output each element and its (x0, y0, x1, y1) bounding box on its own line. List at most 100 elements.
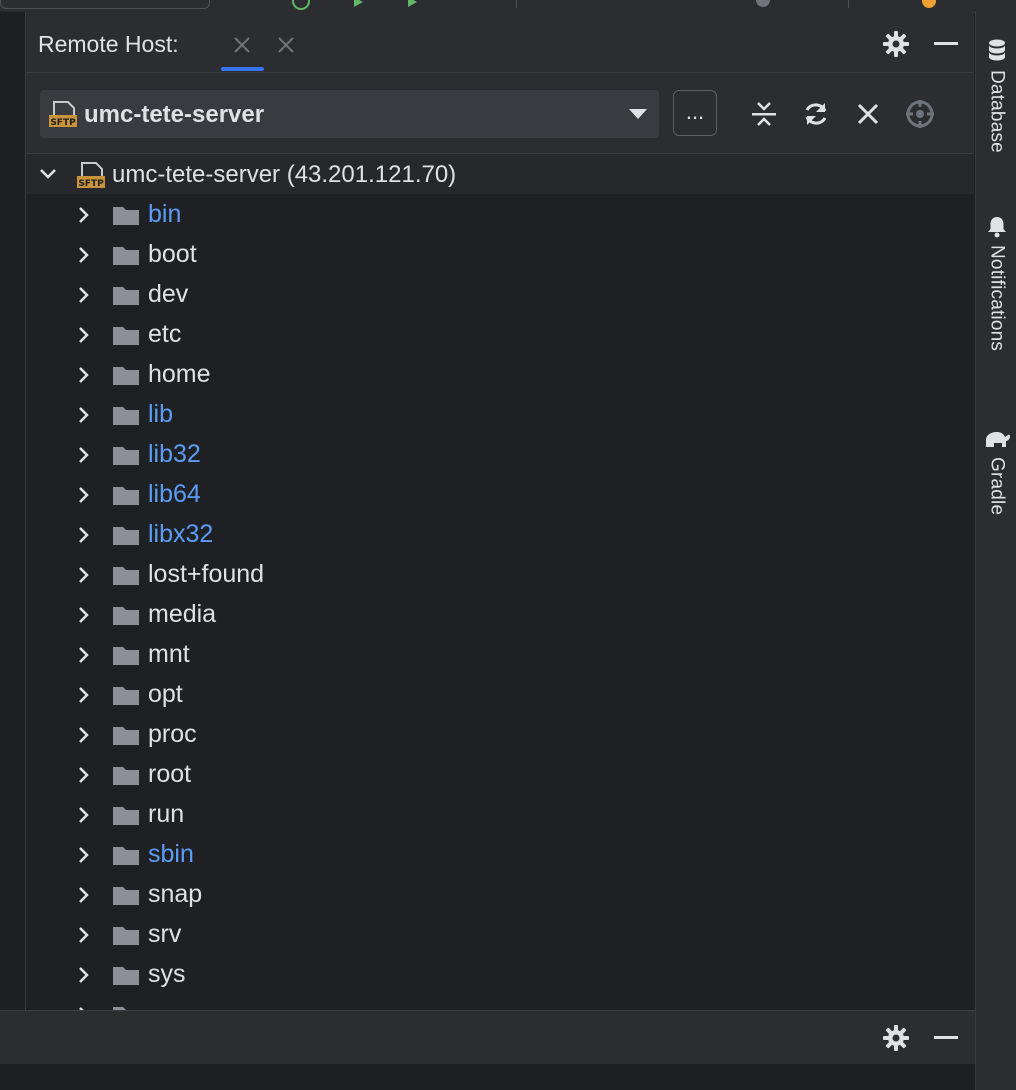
tab-close-icon[interactable] (231, 34, 253, 56)
side-tab-gradle[interactable]: Gradle (976, 427, 1016, 515)
run-icon[interactable] (354, 0, 363, 7)
tree-node[interactable]: lib (26, 394, 974, 434)
minimize-icon[interactable] (932, 1024, 960, 1052)
chevron-right-icon[interactable] (76, 445, 92, 465)
sftp-server-icon: SFTP (49, 101, 77, 128)
tree-node[interactable]: root (26, 754, 974, 794)
tree-node[interactable]: snap (26, 874, 974, 914)
folder-icon (113, 687, 139, 705)
tree-node-label: snap (148, 880, 203, 908)
tree-node-label: lib (148, 400, 174, 428)
sftp-server-icon: SFTP (77, 162, 105, 189)
refresh-icon[interactable] (800, 98, 832, 130)
chevron-right-icon[interactable] (76, 365, 92, 385)
chevron-right-icon[interactable] (76, 645, 92, 665)
folder-icon (113, 967, 139, 985)
chevron-right-icon[interactable] (76, 525, 92, 545)
tree-node-label: home (148, 360, 211, 388)
folder-icon (113, 367, 139, 385)
chevron-right-icon[interactable] (76, 245, 92, 265)
host-selector-value: umc-tete-server (84, 101, 265, 128)
folder-icon (113, 767, 139, 785)
close-icon[interactable] (852, 98, 884, 130)
chevron-right-icon[interactable] (76, 845, 92, 865)
collapse-all-icon[interactable] (748, 98, 780, 130)
folder-icon (113, 407, 139, 425)
tree-node[interactable]: srv (26, 914, 974, 954)
tree-root-node[interactable]: SFTP umc-tete-server (43.201.121.70) (26, 154, 974, 194)
chevron-right-icon[interactable] (76, 405, 92, 425)
chevron-right-icon[interactable] (76, 205, 92, 225)
tree-node-partial[interactable] (26, 994, 974, 1010)
tree-node-label: lib64 (148, 480, 201, 508)
tree-node[interactable]: mnt (26, 634, 974, 674)
host-selector-dropdown[interactable]: SFTP umc-tete-server (40, 90, 659, 138)
chevron-right-icon[interactable] (76, 805, 92, 825)
chevron-right-icon[interactable] (76, 685, 92, 705)
chevron-right-icon[interactable] (76, 485, 92, 505)
settings-gear-icon[interactable] (882, 30, 910, 58)
tree-node[interactable]: bin (26, 194, 974, 234)
tree-node[interactable]: lost+found (26, 554, 974, 594)
locate-icon[interactable] (904, 98, 936, 130)
tree-node[interactable]: sbin (26, 834, 974, 874)
chevron-right-icon[interactable] (76, 605, 92, 625)
side-tab-database[interactable]: Database (976, 38, 1016, 153)
tree-node-label: libx32 (148, 520, 214, 548)
chevron-right-icon[interactable] (76, 885, 92, 905)
status-strip (0, 1064, 975, 1090)
status-icon[interactable] (756, 0, 770, 7)
folder-icon (113, 487, 139, 505)
chevron-right-icon[interactable] (76, 285, 92, 305)
tree-node[interactable]: lib64 (26, 474, 974, 514)
folder-icon (113, 287, 139, 305)
tree-node[interactable]: etc (26, 314, 974, 354)
folder-icon (113, 847, 139, 865)
tree-node[interactable]: dev (26, 274, 974, 314)
tree-node[interactable]: sys (26, 954, 974, 994)
tree-node[interactable]: home (26, 354, 974, 394)
more-options-button[interactable]: ... (673, 90, 717, 136)
svg-text:SFTP: SFTP (78, 179, 104, 189)
chevron-down-icon[interactable] (38, 166, 58, 182)
tree-node[interactable]: proc (26, 714, 974, 754)
chevron-right-icon[interactable] (76, 325, 92, 345)
tab-close-icon[interactable] (275, 34, 297, 56)
tree-node-label: media (148, 600, 217, 628)
left-gutter (0, 12, 26, 1010)
database-icon (988, 39, 1005, 61)
chevron-right-icon[interactable] (76, 765, 92, 785)
side-tab-notifications[interactable]: Notifications (976, 215, 1016, 351)
tree-node-label: srv (148, 920, 182, 948)
tree-node[interactable]: media (26, 594, 974, 634)
chevron-right-icon[interactable] (76, 925, 92, 945)
tree-node-label: sys (148, 960, 186, 988)
tree-node[interactable]: run (26, 794, 974, 834)
run-indicator-icon[interactable] (292, 0, 310, 10)
folder-icon (113, 647, 139, 665)
folder-icon (113, 727, 139, 745)
chevron-down-icon (629, 109, 647, 119)
top-strip-fragment (0, 0, 210, 9)
chevron-right-icon[interactable] (76, 725, 92, 745)
tree-node[interactable]: lib32 (26, 434, 974, 474)
side-tab-notifications-label: Notifications (986, 245, 1008, 352)
active-tab-indicator (221, 67, 264, 71)
side-tab-gradle-label: Gradle (986, 457, 1008, 516)
tree-node-label: opt (148, 680, 183, 708)
minimize-icon[interactable] (932, 30, 960, 58)
tree-node-label: mnt (148, 640, 190, 668)
chevron-right-icon[interactable] (76, 565, 92, 585)
settings-gear-icon[interactable] (882, 1024, 910, 1052)
tree-node-label: proc (148, 720, 197, 748)
tree-node-label: lib32 (148, 440, 201, 468)
debug-run-icon[interactable] (408, 0, 417, 7)
tree-node[interactable]: boot (26, 234, 974, 274)
svg-text:SFTP: SFTP (50, 118, 76, 128)
top-strip-divider (848, 0, 849, 8)
tree-node[interactable]: opt (26, 674, 974, 714)
avatar[interactable] (922, 0, 936, 8)
tree-node-label: boot (148, 240, 197, 268)
chevron-right-icon[interactable] (76, 965, 92, 985)
tree-node[interactable]: libx32 (26, 514, 974, 554)
